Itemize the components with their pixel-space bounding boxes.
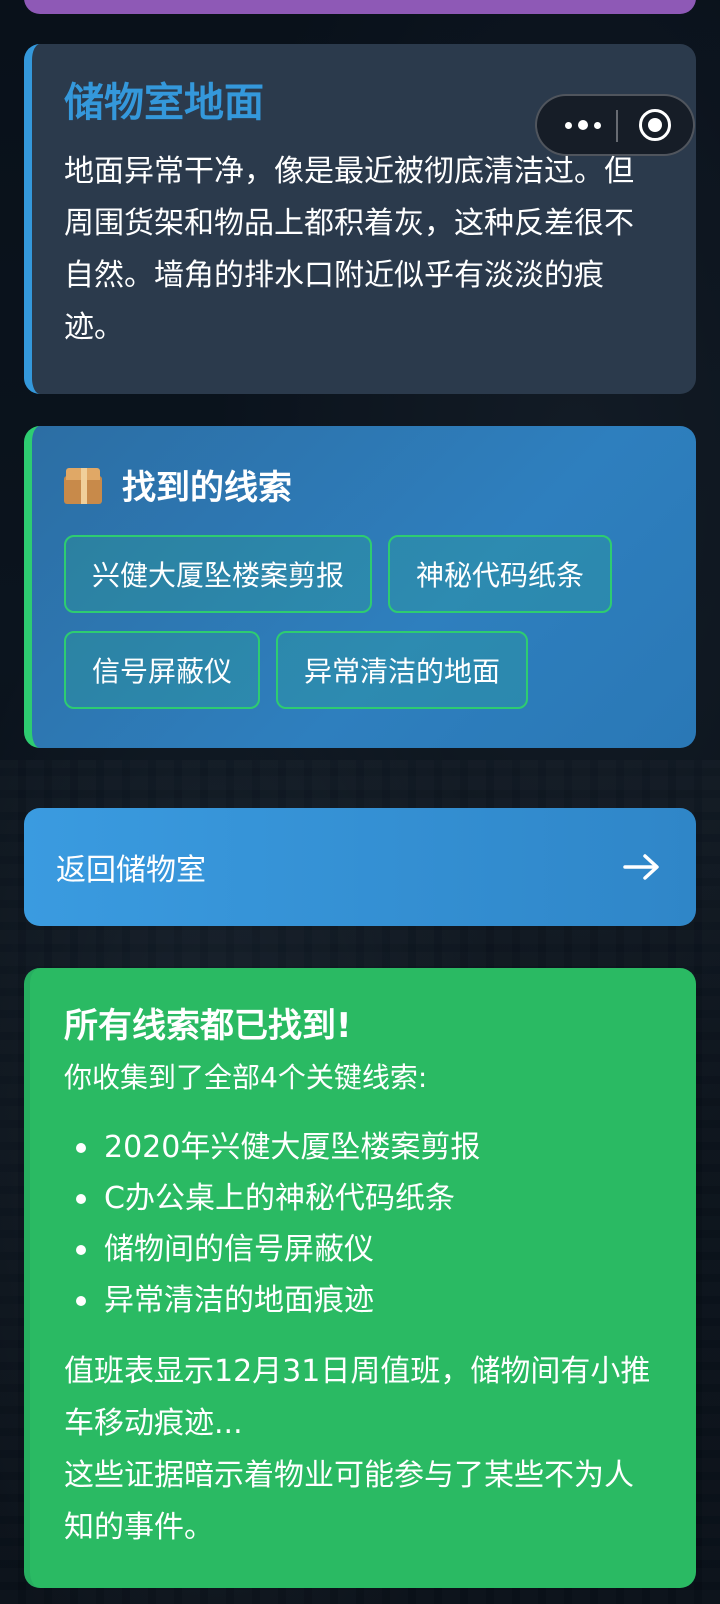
clue-tag[interactable]: 神秘代码纸条 [388, 535, 613, 613]
completion-card: 所有线索都已找到! 你收集到了全部4个关键线索: 2020年兴健大厦坠楼案剪报 … [24, 968, 696, 1588]
clue-tag[interactable]: 信号屏蔽仪 [64, 631, 261, 709]
back-to-storage-button[interactable]: 返回储物室 [24, 808, 696, 926]
clue-tag[interactable]: 兴健大厦坠楼案剪报 [64, 535, 373, 613]
completion-clue-list: 2020年兴健大厦坠楼案剪报 C办公桌上的神秘代码纸条 储物间的信号屏蔽仪 异常… [64, 1122, 666, 1326]
completion-note: 值班表显示12月31日周值班，储物间有小推车移动痕迹... [64, 1354, 651, 1441]
package-icon [64, 466, 104, 504]
completion-subtitle: 你收集到了全部4个关键线索: [64, 1061, 428, 1094]
arrow-right-icon [623, 854, 659, 880]
back-button-label: 返回储物室 [56, 853, 206, 888]
clues-card: 找到的线索 兴健大厦坠楼案剪报 神秘代码纸条 信号屏蔽仪 异常清洁的地面 [24, 426, 696, 748]
list-item: 2020年兴健大厦坠楼案剪报 [64, 1122, 666, 1173]
target-circle-icon[interactable] [639, 109, 671, 141]
clues-header: 找到的线索 [64, 460, 666, 509]
list-item: 储物间的信号屏蔽仪 [64, 1224, 666, 1275]
clue-tag[interactable]: 异常清洁的地面 [276, 631, 529, 709]
more-dots-icon[interactable] [553, 96, 613, 154]
clue-tag-list: 兴健大厦坠楼案剪报 神秘代码纸条 信号屏蔽仪 异常清洁的地面 [64, 535, 674, 727]
miniprogram-capsule [535, 94, 695, 156]
location-description: 地面异常干净，像是最近被彻底清洁过。但周围货架和物品上都积着灰，这种反差很不自然… [64, 154, 634, 345]
list-item: C办公桌上的神秘代码纸条 [64, 1173, 666, 1224]
completion-title: 所有线索都已找到! [64, 1006, 352, 1046]
completion-conclusion: 这些证据暗示着物业可能参与了某些不为人知的事件。 [64, 1458, 634, 1545]
clues-title: 找到的线索 [122, 468, 292, 508]
capsule-divider [616, 110, 618, 142]
list-item: 异常清洁的地面痕迹 [64, 1275, 666, 1326]
previous-card-edge [24, 0, 696, 14]
